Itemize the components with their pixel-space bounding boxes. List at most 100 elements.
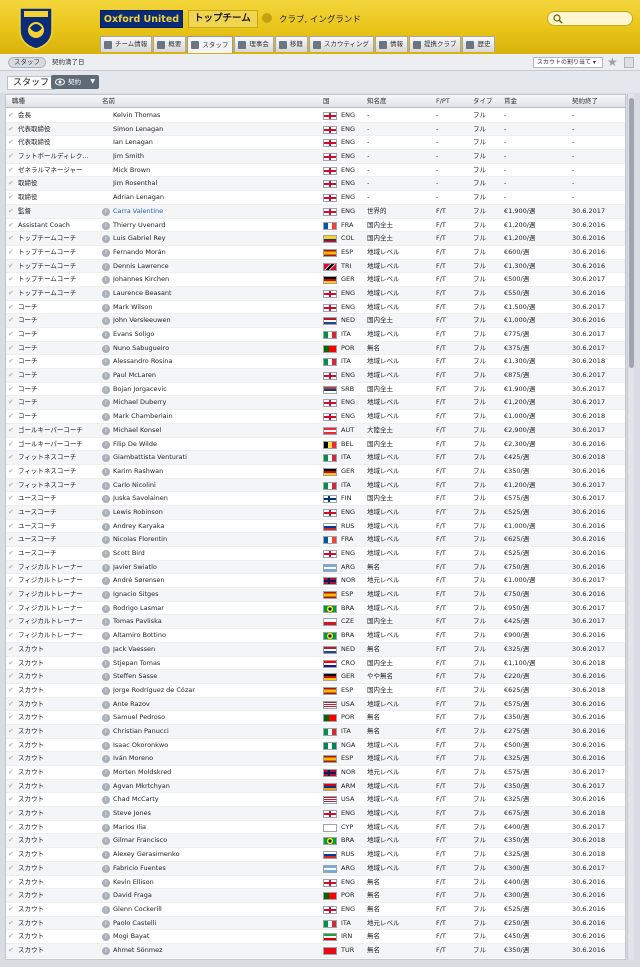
info-icon[interactable]: i (102, 837, 110, 846)
breadcrumb-staff[interactable]: スタッフ (8, 57, 46, 68)
table-row[interactable]: ✔ トップチームコーチ i Laurence Beasant ENG 地域レベル F/T フル… (6, 286, 625, 301)
info-icon[interactable]: i (102, 905, 110, 914)
info-icon[interactable]: i (102, 700, 110, 709)
info-icon[interactable]: i (102, 508, 110, 517)
table-row[interactable]: ✔ 取締役 Adrian Lenagan ENG - - フル - - (6, 191, 625, 205)
nationality[interactable]: ARG (341, 561, 363, 575)
nationality[interactable]: POR (341, 889, 363, 903)
info-icon[interactable]: i (102, 289, 110, 298)
staff-name[interactable]: Dennis Lawrence (113, 260, 323, 274)
info-icon[interactable]: i (102, 823, 110, 832)
table-row[interactable]: ✔ スカウト i Gilmar Francisco BRA 地域レベル F/T フル €350/… (6, 834, 625, 849)
table-row[interactable]: ✔ スカウト i Fabricio Fuentes ARG 地域レベル F/T フル €300/… (6, 861, 625, 876)
info-icon[interactable]: i (102, 892, 110, 901)
checkmark-icon[interactable]: ✔ (8, 287, 18, 301)
table-row[interactable]: ✔ フィットネスコーチ i Karim Rashwan GER 地域レベル F/T フル €35… (6, 465, 625, 479)
column-header-contract-end[interactable]: 契約終了 (572, 95, 598, 108)
checkmark-icon[interactable]: ✔ (8, 917, 18, 931)
nationality[interactable]: GER (341, 465, 363, 479)
checkmark-icon[interactable]: ✔ (8, 793, 18, 807)
nationality[interactable]: TRI (341, 260, 363, 274)
nationality[interactable]: ENG (341, 369, 363, 383)
checkmark-icon[interactable]: ✔ (8, 109, 18, 123)
nationality[interactable]: ENG (341, 903, 363, 917)
checkmark-icon[interactable]: ✔ (8, 944, 18, 958)
checkmark-icon[interactable]: ✔ (8, 657, 18, 671)
staff-name[interactable]: Scott Bird (113, 547, 323, 561)
nationality[interactable]: ESP (341, 588, 363, 602)
table-row[interactable]: ✔ スカウト i Mogi Bayat IRN 無名 F/T フル €450/週 30.6.201… (6, 930, 625, 944)
staff-name[interactable]: Ignacio Sitges (113, 588, 323, 602)
nationality[interactable]: NED (341, 643, 363, 657)
staff-name[interactable]: Carlo Nicolini (113, 479, 323, 493)
staff-name[interactable]: Gilmar Francisco (113, 834, 323, 848)
staff-name[interactable]: Glenn Cockerill (113, 903, 323, 917)
table-row[interactable]: ✔ ユースコーチ i Nicolas Florentin FRA 地域レベル F/T フル €6… (6, 533, 625, 547)
table-row[interactable]: ✔ フィジカルトレーナー i Ignacio Sitges ESP 地域レベル F/T フル €… (6, 588, 625, 602)
table-row[interactable]: ✔ フィットネスコーチ i Giambattista Venturati ITA 地域レベ… (6, 451, 625, 465)
staff-name[interactable]: Jim Smith (113, 150, 323, 164)
view-selector-button[interactable]: 契約 ▼ (51, 75, 99, 89)
info-icon[interactable]: i (102, 796, 110, 805)
staff-name[interactable]: Paolo Castelli (113, 917, 323, 931)
info-icon[interactable]: i (102, 618, 110, 627)
checkmark-icon[interactable]: ✔ (8, 301, 18, 315)
checkmark-icon[interactable]: ✔ (8, 342, 18, 356)
staff-name[interactable]: Mark Wilson (113, 301, 323, 315)
staff-name[interactable]: Andrey Karyaka (113, 520, 323, 534)
more-options-button[interactable] (624, 57, 634, 68)
table-row[interactable]: ✔ スカウト i Agvan Mkrtchyan ARM 地域レベル F/T フル €350/週… (6, 779, 625, 794)
column-header-fulltime[interactable]: F/PT (436, 95, 450, 108)
nationality[interactable]: ITA (341, 479, 363, 493)
staff-name[interactable]: Fernando Morán (113, 246, 323, 260)
table-row[interactable]: ✔ スカウト i Paolo Castelli ITA 地元レベル F/T フル €250/週 3… (6, 916, 625, 931)
checkmark-icon[interactable]: ✔ (8, 876, 18, 890)
info-icon[interactable]: i (102, 262, 110, 271)
checkmark-icon[interactable]: ✔ (8, 492, 18, 506)
table-row[interactable]: ✔ フィジカルトレーナー i Rodrigo Lasmar BRA 地域レベル F/T フル €… (6, 602, 625, 616)
checkmark-icon[interactable]: ✔ (8, 424, 18, 438)
staff-name[interactable]: Steve Jones (113, 807, 323, 821)
staff-name[interactable]: Jim Rosenthal (113, 177, 323, 191)
info-icon[interactable]: i (102, 864, 110, 873)
checkmark-icon[interactable]: ✔ (8, 574, 18, 588)
info-icon[interactable]: i (102, 741, 110, 750)
checkmark-icon[interactable]: ✔ (8, 383, 18, 397)
staff-name[interactable]: Isaac Okoronkwo (113, 739, 323, 753)
info-icon[interactable]: i (102, 331, 110, 339)
staff-name[interactable]: Bojan Jorgacevic (113, 383, 323, 397)
staff-name[interactable]: Javier Swiatlo (113, 561, 323, 575)
squad-dropdown-icon[interactable] (262, 13, 272, 23)
checkmark-icon[interactable]: ✔ (8, 191, 18, 205)
nationality[interactable]: IRN (341, 930, 363, 944)
info-icon[interactable]: i (102, 673, 110, 682)
staff-name[interactable]: Johannes Kirchen (113, 273, 323, 287)
staff-name[interactable]: Carra Valentine (113, 205, 323, 219)
info-icon[interactable]: i (102, 591, 110, 600)
nationality[interactable]: ITA (341, 355, 363, 369)
nationality[interactable]: ENG (341, 164, 363, 178)
checkmark-icon[interactable]: ✔ (8, 739, 18, 753)
staff-name[interactable]: Morten Moldskred (113, 766, 323, 780)
nationality[interactable]: ITA (341, 725, 363, 739)
nationality[interactable]: CYP (341, 821, 363, 835)
info-icon[interactable]: i (102, 714, 110, 723)
nationality[interactable]: RUS (341, 848, 363, 862)
staff-name[interactable]: Ante Razov (113, 698, 323, 712)
vertical-scrollbar[interactable] (627, 94, 634, 960)
checkmark-icon[interactable]: ✔ (8, 369, 18, 383)
nationality[interactable]: POR (341, 711, 363, 725)
info-icon[interactable]: i (102, 207, 110, 216)
checkmark-icon[interactable]: ✔ (8, 889, 18, 903)
tab-transfers[interactable]: 移籍 (274, 36, 308, 52)
nationality[interactable]: BRA (341, 629, 363, 643)
table-row[interactable]: ✔ ユースコーチ i Juska Savolainen FIN 国内全土 F/T フル €575… (6, 492, 625, 506)
staff-name[interactable]: Lewis Robinson (113, 506, 323, 520)
column-header-nationality[interactable]: 国 (323, 95, 330, 108)
table-row[interactable]: ✔ スカウト i Iván Moreno ESP 地域レベル F/T フル €325/週 30.6… (6, 752, 625, 766)
column-header-reputation[interactable]: 知名度 (367, 95, 387, 108)
staff-name[interactable]: David Fraga (113, 889, 323, 903)
staff-name[interactable]: Thierry Uvenard (113, 219, 323, 233)
tab-board[interactable]: 理事会 (234, 36, 274, 52)
checkmark-icon[interactable]: ✔ (8, 355, 18, 369)
